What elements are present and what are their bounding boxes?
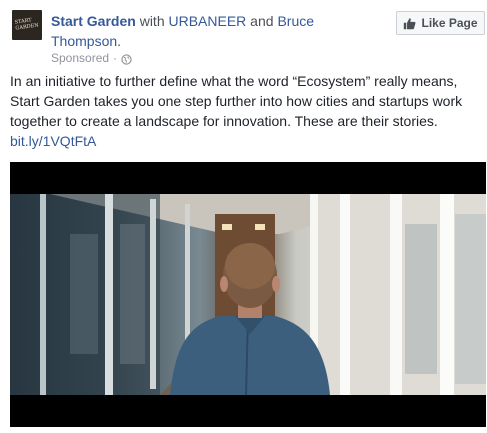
video-still-image bbox=[10, 194, 486, 395]
meta-separator: · bbox=[113, 51, 118, 65]
page-name-link[interactable]: Start Garden bbox=[51, 13, 136, 29]
period-text: . bbox=[117, 33, 122, 49]
sponsored-label[interactable]: Sponsored bbox=[51, 50, 109, 66]
like-page-label: Like Page bbox=[421, 16, 478, 30]
like-page-button[interactable]: Like Page bbox=[396, 11, 485, 35]
thumbs-up-icon bbox=[404, 17, 416, 29]
post-meta: Sponsored · bbox=[51, 50, 132, 66]
video-player[interactable] bbox=[10, 162, 486, 427]
avatar-logo-text: START GARDEN bbox=[14, 17, 40, 32]
video-frame[interactable] bbox=[10, 194, 486, 395]
globe-icon[interactable] bbox=[121, 53, 132, 65]
post-header: Start Garden with URBANEER and Bruce Tho… bbox=[51, 11, 381, 51]
post-message: In an initiative to further define what … bbox=[10, 73, 463, 129]
page-avatar[interactable]: START GARDEN bbox=[12, 10, 42, 40]
with-text: with bbox=[135, 13, 169, 29]
post-short-link[interactable]: bit.ly/1VQtFtA bbox=[10, 133, 96, 149]
post-body: In an initiative to further define what … bbox=[10, 71, 480, 151]
tagged-page-link-urbaneer[interactable]: URBANEER bbox=[169, 13, 247, 29]
and-text: and bbox=[246, 13, 278, 29]
